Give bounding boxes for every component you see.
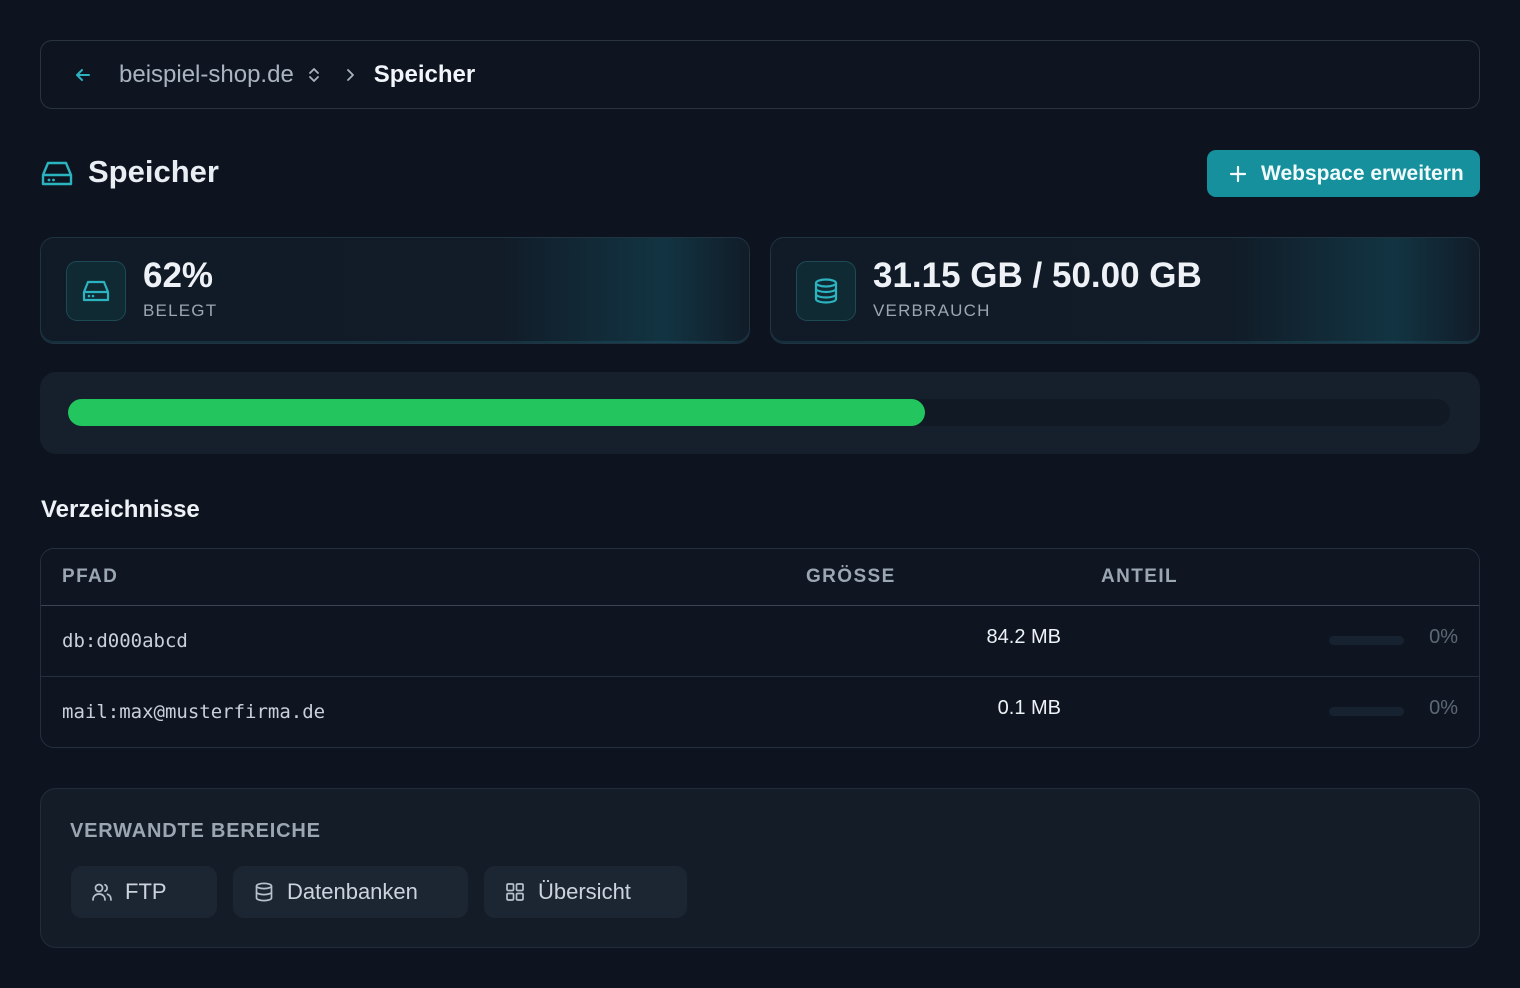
stat-label: BELEGT [143,301,218,320]
usage-progress-fill [68,399,925,426]
usage-progress [40,372,1480,454]
grid-icon [504,881,526,903]
directory-share-bar [1329,636,1404,645]
chevron-right-icon [344,63,358,87]
stat-value: 31.15 GB / 50.00 GB [873,256,1202,295]
chevron-up-down-icon[interactable] [306,63,322,87]
related-areas-title: VERWANDTE BEREICHE [70,820,321,842]
table-row[interactable]: mail:max@musterfirma.de 0.1 MB 0% [41,677,1479,747]
page-title: Speicher [88,154,219,189]
directory-path: db:d000abcd [62,630,188,652]
column-header-path[interactable]: PFAD [62,566,118,588]
directory-share: 0% [1429,697,1458,719]
directories-table: PFAD GRÖSSE ANTEIL db:d000abcd 84.2 MB 0… [40,548,1480,748]
related-link-label: Übersicht [538,879,631,904]
related-link-ftp[interactable]: FTP [71,866,217,918]
stat-card-consumption: 31.15 GB / 50.00 GB VERBRAUCH [770,237,1480,344]
related-link-label: FTP [125,879,167,904]
directory-size: 0.1 MB [997,697,1061,719]
directories-title: Verzeichnisse [41,496,200,523]
users-icon [91,881,113,903]
arrow-left-icon[interactable] [71,63,95,87]
column-header-size[interactable]: GRÖSSE [806,566,896,588]
table-row[interactable]: db:d000abcd 84.2 MB 0% [41,606,1479,677]
expand-webspace-label: Webspace erweitern [1261,161,1464,185]
database-icon [253,881,275,903]
related-areas: VERWANDTE BEREICHE FTP Datenbanken Übers… [40,788,1480,948]
breadcrumb-current: Speicher [373,60,476,88]
stat-value: 62% [143,256,214,295]
hard-drive-icon [66,261,126,321]
stat-label: VERBRAUCH [873,301,991,320]
usage-progress-track [68,399,1450,426]
hard-drive-icon [40,156,74,190]
table-header: PFAD GRÖSSE ANTEIL [41,549,1479,606]
directory-size: 84.2 MB [986,626,1061,648]
expand-webspace-button[interactable]: Webspace erweitern [1207,150,1480,197]
breadcrumb: beispiel-shop.de Speicher [40,40,1480,109]
directory-share: 0% [1429,626,1458,648]
related-link-overview[interactable]: Übersicht [484,866,687,918]
stat-card-used: 62% BELEGT [40,237,750,344]
directory-share-bar [1329,707,1404,716]
column-header-share[interactable]: ANTEIL [1101,566,1178,588]
related-link-databases[interactable]: Datenbanken [233,866,468,918]
related-link-label: Datenbanken [287,879,418,904]
database-icon [796,261,856,321]
breadcrumb-site[interactable]: beispiel-shop.de [119,61,294,89]
directory-path: mail:max@musterfirma.de [62,701,326,723]
plus-icon [1229,165,1247,183]
